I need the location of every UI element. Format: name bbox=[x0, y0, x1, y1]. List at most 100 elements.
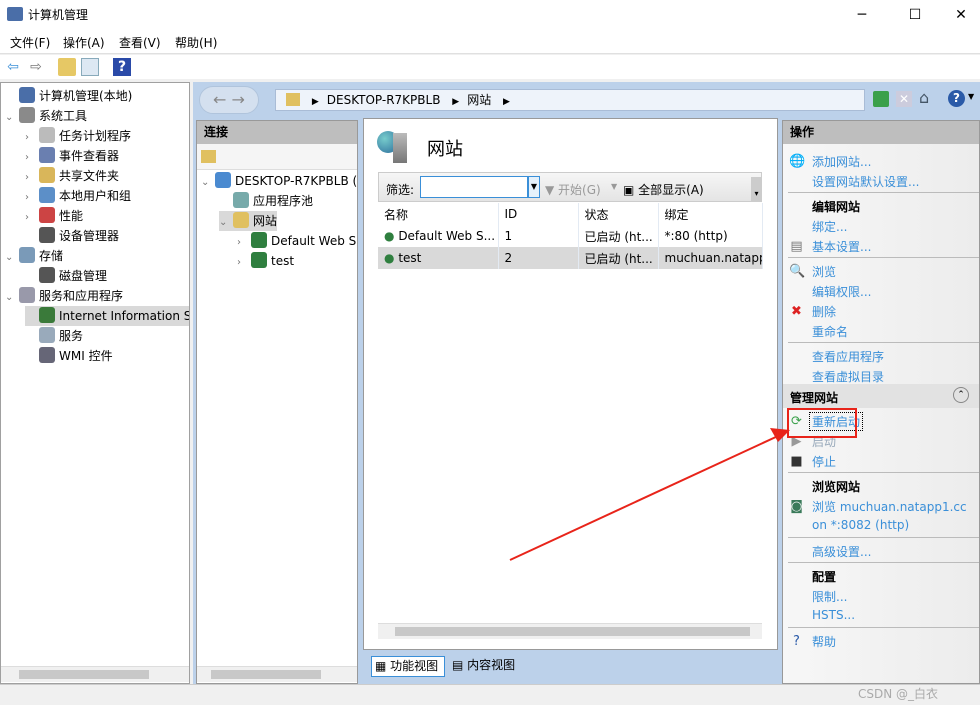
tree-item[interactable]: 磁盘管理 bbox=[25, 266, 107, 286]
action-link[interactable]: 编辑权限... bbox=[812, 283, 871, 300]
expander-icon[interactable]: › bbox=[237, 253, 251, 273]
action-link[interactable]: HSTS... bbox=[812, 608, 855, 622]
action-link[interactable]: 重命名 bbox=[812, 323, 848, 340]
tree-item[interactable]: WMI 控件 bbox=[25, 346, 113, 366]
tree-item[interactable]: 计算机管理(本地) bbox=[5, 86, 132, 106]
tab-content-view[interactable]: ▤ 内容视图 bbox=[449, 656, 523, 677]
minimize-button[interactable]: ─ bbox=[839, 0, 885, 30]
horizontal-scrollbar[interactable] bbox=[1, 666, 189, 682]
action-link[interactable]: 删除 bbox=[812, 303, 836, 320]
maximize-button[interactable]: ☐ bbox=[892, 0, 938, 30]
column-name[interactable]: 名称 bbox=[378, 203, 499, 225]
tree-item[interactable]: 应用程序池 bbox=[219, 191, 313, 211]
breadcrumb-server[interactable]: DESKTOP-R7KPBLB bbox=[327, 93, 441, 107]
help-icon[interactable]: ? bbox=[113, 58, 131, 76]
back-icon[interactable]: ⇦ bbox=[4, 58, 22, 76]
action-link[interactable]: 基本设置... bbox=[812, 238, 871, 255]
show-all-button[interactable]: ▣ 全部显示(A) bbox=[623, 181, 704, 198]
action-link[interactable]: 限制... bbox=[812, 588, 847, 605]
tree-item[interactable]: › 共享文件夹 bbox=[25, 166, 119, 186]
tree-item[interactable]: ⌄ DESKTOP-R7KPBLB (DESKTOP-R7KPBLB\user) bbox=[201, 171, 357, 191]
table-row[interactable]: ● Default Web S... 1 已启动 (ht... *:80 (ht… bbox=[378, 225, 763, 247]
tree-item[interactable]: › 本地用户和组 bbox=[25, 186, 131, 206]
action-link[interactable]: 浏览 muchuan.natapp1.cc bbox=[812, 498, 967, 515]
scrollbar-thumb[interactable] bbox=[19, 670, 149, 679]
tab-features-view[interactable]: ▦ 功能视图 bbox=[371, 656, 445, 677]
table-row[interactable]: ● test 2 已启动 (ht... muchuan.natapp bbox=[378, 247, 763, 269]
action-link[interactable]: 查看应用程序 bbox=[812, 348, 884, 365]
address-bar[interactable]: ▶ DESKTOP-R7KPBLB ▶ 网站 ▶ bbox=[275, 89, 865, 111]
collapse-icon[interactable]: ⌃ bbox=[953, 387, 969, 403]
connect-icon[interactable] bbox=[201, 150, 216, 163]
tree-item[interactable]: 设备管理器 bbox=[25, 226, 119, 246]
refresh-icon[interactable] bbox=[873, 91, 889, 107]
action-link[interactable]: 高级设置... bbox=[812, 543, 871, 560]
action-link[interactable]: 设置网站默认设置... bbox=[812, 173, 919, 190]
tree-item[interactable]: ⌄ 网站 bbox=[219, 211, 278, 233]
breadcrumb-sites[interactable]: 网站 bbox=[467, 93, 491, 107]
action-link[interactable]: 查看虚拟目录 bbox=[812, 368, 884, 385]
tree-item[interactable]: Internet Information Services (IIS)管理器 bbox=[25, 306, 189, 326]
up-folder-icon[interactable] bbox=[58, 58, 76, 76]
expander-icon[interactable]: › bbox=[25, 128, 39, 148]
show-hide-tree-icon[interactable] bbox=[81, 58, 99, 76]
tree-item[interactable]: › 任务计划程序 bbox=[25, 126, 131, 146]
go-dropdown-icon[interactable]: ▼ bbox=[611, 182, 617, 191]
users-icon bbox=[39, 187, 55, 203]
expander-icon[interactable]: › bbox=[25, 188, 39, 208]
nav-buttons[interactable]: ← → bbox=[199, 86, 259, 114]
globe-icon bbox=[251, 252, 267, 268]
menu-help[interactable]: 帮助(H) bbox=[175, 34, 217, 51]
home-icon[interactable]: ⌂ bbox=[919, 88, 929, 107]
horizontal-scrollbar[interactable] bbox=[197, 666, 357, 682]
add-site-icon: 🌐 bbox=[789, 154, 806, 169]
window-title: 计算机管理 bbox=[28, 8, 89, 22]
column-id[interactable]: ID bbox=[498, 203, 579, 225]
close-button[interactable]: ✕ bbox=[938, 0, 980, 30]
expander-icon[interactable]: ⌄ bbox=[5, 288, 19, 308]
overflow-icon[interactable]: ▾ bbox=[751, 177, 762, 201]
expander-icon[interactable]: ⌄ bbox=[219, 213, 233, 233]
expander-icon[interactable]: › bbox=[237, 233, 251, 253]
settings-icon: ▤ bbox=[790, 239, 803, 254]
cell-binding: muchuan.natapp bbox=[658, 247, 763, 269]
tree-item[interactable]: ⌄ 存储 bbox=[5, 246, 63, 266]
menu-action[interactable]: 操作(A) bbox=[63, 34, 105, 51]
menu-view[interactable]: 查看(V) bbox=[119, 34, 161, 51]
horizontal-scrollbar[interactable] bbox=[378, 623, 762, 639]
action-link[interactable]: on *:8082 (http) bbox=[812, 518, 909, 532]
tree-item[interactable]: › 事件查看器 bbox=[25, 146, 119, 166]
stop-icon[interactable]: ✕ bbox=[896, 91, 912, 107]
expander-icon[interactable]: › bbox=[25, 148, 39, 168]
action-link[interactable]: 添加网站... bbox=[812, 153, 871, 170]
column-binding[interactable]: 绑定 bbox=[658, 203, 763, 225]
expander-icon[interactable]: › bbox=[25, 208, 39, 228]
scrollbar-thumb[interactable] bbox=[395, 627, 750, 636]
tree-item[interactable]: › test bbox=[237, 251, 294, 271]
filter-input[interactable] bbox=[420, 176, 528, 198]
action-link[interactable]: 重新启动 bbox=[808, 412, 864, 431]
action-link[interactable]: 绑定... bbox=[812, 218, 847, 235]
tree-item[interactable]: › Default Web Site bbox=[237, 231, 357, 251]
action-link[interactable]: 帮助 bbox=[812, 633, 836, 650]
action-link[interactable]: 启动 bbox=[812, 433, 836, 450]
tree-item[interactable]: ⌄ 服务和应用程序 bbox=[5, 286, 123, 306]
expander-icon[interactable]: ⌄ bbox=[5, 248, 19, 268]
tree-item[interactable]: › 性能 bbox=[25, 206, 83, 226]
menu-file[interactable]: 文件(F) bbox=[10, 34, 50, 51]
action-link[interactable]: 停止 bbox=[812, 453, 836, 470]
expander-icon[interactable]: ⌄ bbox=[5, 108, 19, 128]
help-icon[interactable]: ? bbox=[948, 90, 965, 107]
action-link[interactable]: 浏览 bbox=[812, 263, 836, 280]
forward-icon[interactable]: ⇨ bbox=[27, 58, 45, 76]
tree-item[interactable]: ⌄ 系统工具 bbox=[5, 106, 87, 126]
go-button[interactable]: ▼ 开始(G) bbox=[545, 181, 601, 198]
column-status[interactable]: 状态 bbox=[578, 203, 659, 225]
expander-icon[interactable]: › bbox=[25, 168, 39, 188]
tree-item[interactable]: 服务 bbox=[25, 326, 83, 346]
expander-icon[interactable]: ⌄ bbox=[201, 173, 215, 193]
filter-dropdown[interactable]: ▼ bbox=[528, 176, 540, 198]
scrollbar-thumb[interactable] bbox=[211, 670, 321, 679]
help-dropdown-icon[interactable]: ▼ bbox=[968, 92, 974, 101]
action-group-header: 配置 bbox=[812, 570, 837, 584]
